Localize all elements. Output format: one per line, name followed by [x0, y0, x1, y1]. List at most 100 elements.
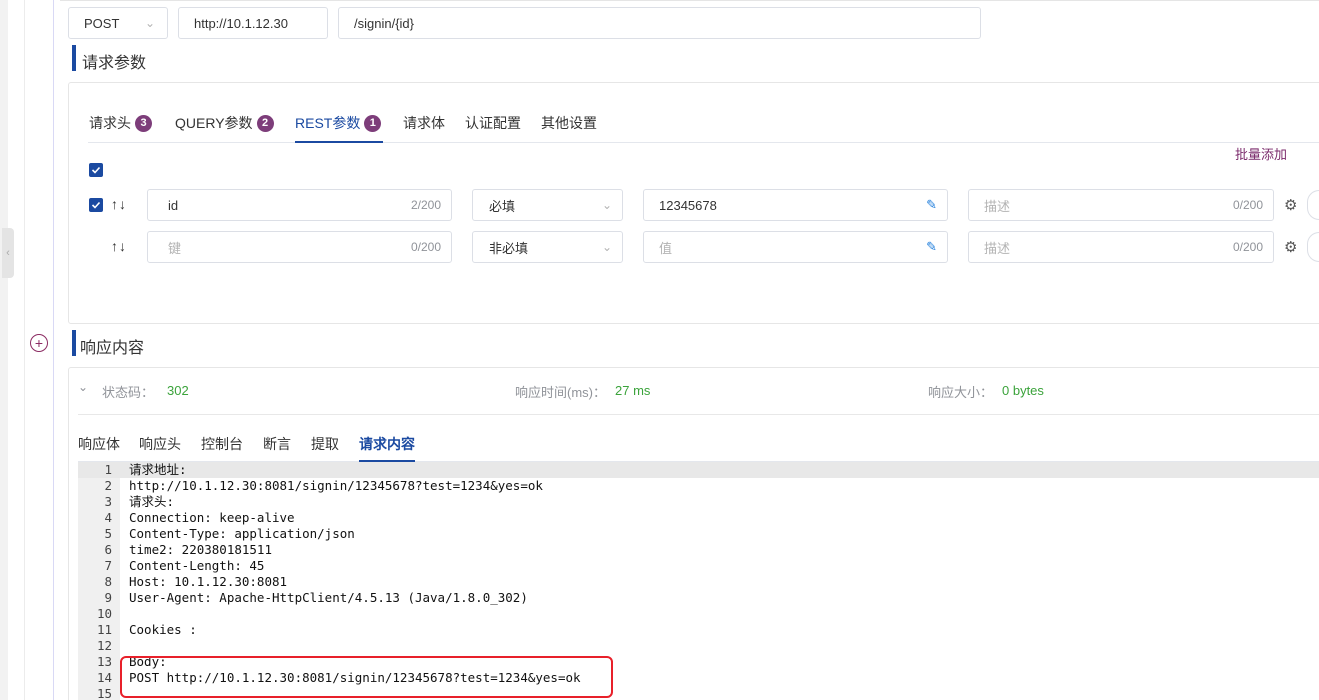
- required-select[interactable]: 必填 ⌄: [472, 189, 623, 221]
- line-number: 1: [104, 462, 112, 477]
- edit-pencil-icon[interactable]: ✎: [926, 197, 937, 213]
- key-value: id: [168, 197, 179, 213]
- chevron-down-icon: ⌄: [601, 198, 612, 212]
- active-tab-indicator: [295, 141, 383, 143]
- select-all-checkbox[interactable]: [89, 163, 103, 177]
- edit-pencil-icon[interactable]: ✎: [926, 239, 937, 255]
- tab-query-params[interactable]: QUERY参数 2: [175, 113, 274, 133]
- code-line: 7 Content-Length: 45: [78, 558, 1319, 574]
- tab-response-headers[interactable]: 响应头: [139, 434, 181, 454]
- tab-label: 认证配置: [465, 115, 521, 131]
- count-badge: 2: [256, 114, 274, 132]
- collapse-handle[interactable]: ‹: [2, 228, 14, 278]
- status-code-label: 状态码：: [102, 385, 155, 400]
- description-char-count: 0/200: [1232, 198, 1263, 212]
- response-size-label: 响应大小：: [928, 385, 994, 400]
- code-text: Content-Type: application/json: [129, 526, 355, 541]
- sort-arrows-icon[interactable]: ↑↓: [111, 238, 127, 254]
- line-number: 11: [96, 622, 112, 637]
- rail-divider: [24, 0, 25, 700]
- count-badge: 1: [364, 114, 382, 132]
- line-number: 6: [104, 542, 112, 557]
- section-marker: [72, 330, 76, 356]
- param-value-input[interactable]: 12345678 ✎: [643, 189, 948, 221]
- code-text: 请求头:: [129, 494, 175, 509]
- description-placeholder: 描述: [984, 198, 1011, 214]
- line-number: 2: [104, 478, 112, 493]
- code-text: User-Agent: Apache-HttpClient/4.5.13 (Ja…: [129, 590, 528, 605]
- line-number: 5: [104, 526, 112, 541]
- line-number: 12: [96, 638, 112, 653]
- path-input[interactable]: /signin/{id}: [338, 7, 981, 39]
- param-key-input[interactable]: id 2/200: [147, 189, 452, 221]
- code-line: 5 Content-Type: application/json: [78, 526, 1319, 542]
- description-input[interactable]: 描述 0/200: [968, 231, 1274, 263]
- tab-label: REST参数: [295, 115, 361, 131]
- param-value-input[interactable]: 值 ✎: [643, 231, 948, 263]
- code-line: 8 Host: 10.1.12.30:8081: [78, 574, 1319, 590]
- line-number: 13: [96, 654, 112, 669]
- tab-label: QUERY参数: [175, 115, 253, 131]
- tab-request-content[interactable]: 请求内容: [359, 434, 415, 454]
- check-icon: [91, 201, 101, 209]
- required-value: 非必填: [489, 240, 529, 256]
- tab-headers[interactable]: 请求头 3: [89, 113, 152, 133]
- stats-divider: [78, 414, 1319, 415]
- key-placeholder: 键: [168, 240, 182, 256]
- param-key-input[interactable]: 键 0/200: [147, 231, 452, 263]
- tab-rest-params[interactable]: REST参数 1: [295, 113, 382, 133]
- tab-label: 其他设置: [541, 115, 597, 131]
- tab-assertions[interactable]: 断言: [263, 434, 291, 454]
- collapse-chevron-icon[interactable]: ⌄: [78, 380, 88, 394]
- line-number: 7: [104, 558, 112, 573]
- settings-gear-icon[interactable]: ⚙: [1284, 238, 1297, 256]
- row-action-button[interactable]: [1307, 190, 1319, 220]
- tab-label: 请求头: [89, 115, 131, 131]
- code-line: 12: [78, 638, 1319, 654]
- tab-label: 请求体: [403, 115, 445, 131]
- status-code-value: 302: [167, 383, 189, 398]
- tab-response-body[interactable]: 响应体: [78, 434, 120, 454]
- section-marker: [72, 45, 76, 71]
- response-time-label: 响应时间(ms)：: [515, 385, 606, 400]
- method-select[interactable]: POST ⌄: [68, 7, 168, 39]
- line-number: 4: [104, 510, 112, 525]
- batch-add-link[interactable]: 批量添加: [1235, 144, 1287, 163]
- value-placeholder: 值: [659, 240, 673, 256]
- row-checkbox[interactable]: [89, 198, 103, 212]
- value-text: 12345678: [659, 197, 717, 213]
- row-action-button[interactable]: [1307, 232, 1319, 262]
- key-char-count: 2/200: [410, 198, 441, 212]
- required-value: 必填: [489, 198, 516, 214]
- sort-arrows-icon[interactable]: ↑↓: [111, 196, 127, 212]
- code-line: 4 Connection: keep-alive: [78, 510, 1319, 526]
- tab-auth[interactable]: 认证配置: [465, 113, 521, 133]
- tab-other-settings[interactable]: 其他设置: [541, 113, 597, 133]
- code-text: Content-Length: 45: [129, 558, 265, 573]
- line-number: 8: [104, 574, 112, 589]
- code-line: 10: [78, 606, 1319, 622]
- tab-console[interactable]: 控制台: [201, 434, 243, 454]
- description-placeholder: 描述: [984, 240, 1011, 256]
- code-text: time2: 220380181511: [129, 542, 272, 557]
- tab-body[interactable]: 请求体: [403, 113, 445, 133]
- code-text: 请求地址:: [129, 462, 187, 477]
- chevron-down-icon: ⌄: [601, 240, 612, 254]
- chevron-down-icon: ⌄: [144, 16, 155, 30]
- chevron-left-icon: ‹: [6, 247, 10, 259]
- highlight-annotation-box: [120, 656, 613, 698]
- add-circle-icon[interactable]: +: [30, 334, 48, 352]
- settings-gear-icon[interactable]: ⚙: [1284, 196, 1297, 214]
- code-line: 9 User-Agent: Apache-HttpClient/4.5.13 (J…: [78, 590, 1319, 606]
- check-icon: [91, 166, 101, 174]
- description-input[interactable]: 描述 0/200: [968, 189, 1274, 221]
- code-line: 3 请求头:: [78, 494, 1319, 510]
- tabs-divider: [88, 142, 1319, 143]
- host-input[interactable]: http://10.1.12.30: [178, 7, 328, 39]
- line-number: 15: [96, 686, 112, 700]
- response-section-title: 响应内容: [80, 340, 145, 357]
- required-select[interactable]: 非必填 ⌄: [472, 231, 623, 263]
- tab-extract[interactable]: 提取: [311, 434, 339, 454]
- tree-line: [53, 0, 54, 700]
- code-text: Cookies :: [129, 622, 197, 637]
